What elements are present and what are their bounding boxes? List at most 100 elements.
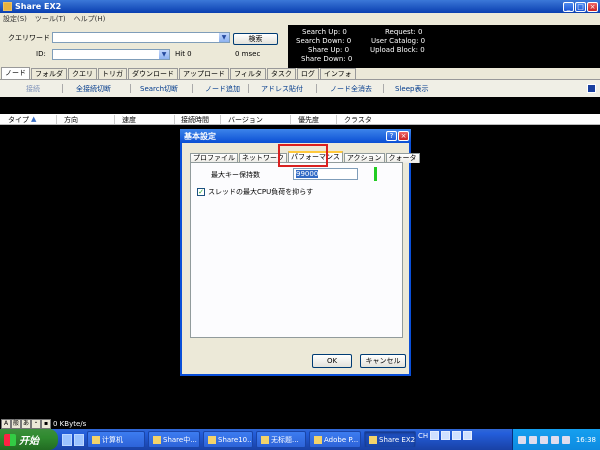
paste-address-action[interactable]: アドレス貼付: [261, 84, 303, 94]
add-node-action[interactable]: ノード追加: [205, 84, 240, 94]
column-cluster[interactable]: クラスタ: [344, 115, 372, 125]
menu-settings[interactable]: 設定(S): [3, 14, 27, 24]
column-speed[interactable]: 速度: [122, 115, 136, 125]
tab-log[interactable]: ログ: [296, 68, 319, 79]
column-connect-time[interactable]: 接続時間: [181, 115, 209, 125]
column-version[interactable]: バージョン: [228, 115, 263, 125]
start-button[interactable]: 开始: [0, 429, 58, 450]
cancel-button[interactable]: キャンセル: [360, 354, 406, 368]
toolbar-icon[interactable]: [587, 84, 596, 93]
column-divider[interactable]: [290, 115, 291, 124]
stat-share-up: Share Up: 0: [308, 46, 350, 54]
dialog-title: 基本設定: [184, 131, 216, 141]
quick-launch-icon[interactable]: [74, 433, 84, 446]
connect-action[interactable]: 接続: [26, 84, 40, 94]
ime-button[interactable]: 般: [11, 418, 21, 429]
annotation-marker: [374, 167, 377, 181]
cpu-limit-option[interactable]: ✓ スレッドの最大CPU負荷を抑らす: [197, 187, 313, 197]
divider: [130, 84, 131, 93]
menu-help[interactable]: ヘルプ(H): [74, 14, 106, 24]
tab-upload[interactable]: アップロード: [179, 68, 229, 79]
ime-icon[interactable]: [441, 431, 451, 440]
taskbar-button[interactable]: Share10...: [203, 431, 253, 448]
tray-icon[interactable]: [528, 435, 537, 444]
cpu-limit-checkbox[interactable]: ✓: [197, 188, 205, 196]
maximize-button[interactable]: □: [575, 1, 586, 12]
tab-node[interactable]: ノード: [1, 67, 30, 79]
tab-info[interactable]: インフォ: [319, 68, 356, 79]
ime-icon[interactable]: [430, 431, 440, 440]
help-button[interactable]: ?: [386, 131, 397, 141]
clock[interactable]: 16:38: [576, 436, 596, 444]
action-bar: 接続 全接続切断 Search切断 ノード追加 アドレス貼付 ノード全消去 Sl…: [0, 80, 600, 97]
taskbar-button[interactable]: Share中...: [148, 431, 200, 448]
quick-launch-icon[interactable]: [62, 433, 72, 446]
language-indicator[interactable]: CH: [418, 432, 428, 440]
stats-panel: Search Up: 0 Search Down: 0 Share Up: 0 …: [288, 25, 600, 68]
chevron-down-icon[interactable]: ▼: [159, 50, 169, 59]
paint-icon: [261, 435, 269, 444]
id-combo[interactable]: ▼: [52, 49, 170, 60]
folder-icon: [153, 435, 161, 444]
column-divider[interactable]: [114, 115, 115, 124]
sleep-display-action[interactable]: Sleep表示: [395, 84, 428, 94]
tab-filter[interactable]: フィルタ: [230, 68, 266, 79]
tab-folder[interactable]: フォルダ: [31, 68, 67, 79]
id-label: ID:: [36, 50, 46, 58]
taskbar-button[interactable]: 计算机: [87, 431, 145, 448]
quick-launch: [62, 433, 84, 446]
stat-search-down: Search Down: 0: [296, 37, 352, 45]
menu-tools[interactable]: ツール(T): [35, 14, 66, 24]
system-tray: 16:38: [512, 429, 600, 450]
ok-button[interactable]: OK: [312, 354, 352, 368]
ime-icon[interactable]: [463, 431, 473, 440]
search-button[interactable]: 検索: [233, 33, 278, 45]
taskbar-button-label: 无标题...: [271, 435, 299, 444]
tab-download[interactable]: ダウンロード: [128, 68, 178, 79]
tab-query[interactable]: クエリ: [68, 68, 97, 79]
tray-icon[interactable]: [539, 435, 548, 444]
close-button[interactable]: ×: [587, 1, 598, 12]
dialog-close-button[interactable]: ×: [398, 131, 409, 141]
search-time: 0 msec: [235, 50, 261, 58]
annotation-highlight-box: [278, 144, 328, 167]
taskbar-button[interactable]: 无标题...: [256, 431, 306, 448]
ime-button[interactable]: あ: [21, 418, 31, 429]
column-direction[interactable]: 方向: [64, 115, 78, 125]
stat-request: Request: 0: [385, 28, 423, 36]
column-type[interactable]: タイプ: [8, 115, 29, 125]
divider: [192, 84, 193, 93]
tray-icon[interactable]: [517, 435, 526, 444]
hit-count: Hit 0: [175, 50, 192, 58]
column-divider[interactable]: [336, 115, 337, 124]
ime-toolbar: A 般 あ ・ ▪: [1, 418, 51, 429]
divider: [383, 84, 384, 93]
menu-bar: 設定(S) ツール(T) ヘルプ(H): [0, 13, 600, 25]
ime-button[interactable]: ▪: [41, 418, 51, 429]
node-list-header: タイプ ▲ 方向 速度 接続時間 バージョン 優先度 クラスタ: [0, 114, 600, 125]
folder-icon: [208, 435, 216, 444]
keyword-combo[interactable]: ▼: [52, 32, 230, 43]
column-divider[interactable]: [220, 115, 221, 124]
ime-button[interactable]: ・: [31, 418, 41, 429]
column-priority[interactable]: 優先度: [298, 115, 319, 125]
disconnect-all-action[interactable]: 全接続切断: [76, 84, 111, 94]
cpu-limit-label: スレッドの最大CPU負荷を抑らす: [208, 188, 314, 196]
chevron-down-icon[interactable]: ▼: [219, 33, 229, 42]
ime-icon[interactable]: [452, 431, 462, 440]
search-disconnect-action[interactable]: Search切断: [140, 84, 178, 94]
column-divider[interactable]: [174, 115, 175, 124]
taskbar-button-active[interactable]: Share EX2: [364, 431, 416, 448]
ime-button[interactable]: A: [1, 418, 11, 429]
tray-icon[interactable]: [561, 435, 570, 444]
taskbar-button[interactable]: Adobe P...: [309, 431, 361, 448]
dialog-title-bar[interactable]: 基本設定 ? ×: [180, 129, 411, 143]
stat-upload-block: Upload Block: 0: [370, 46, 425, 54]
tray-icon[interactable]: [550, 435, 559, 444]
column-divider[interactable]: [56, 115, 57, 124]
minimize-button[interactable]: _: [563, 1, 574, 12]
max-key-field[interactable]: 99000: [293, 168, 358, 180]
tab-task[interactable]: タスク: [266, 68, 296, 79]
clear-nodes-action[interactable]: ノード全消去: [330, 84, 372, 94]
tab-trigger[interactable]: トリガ: [98, 68, 127, 79]
